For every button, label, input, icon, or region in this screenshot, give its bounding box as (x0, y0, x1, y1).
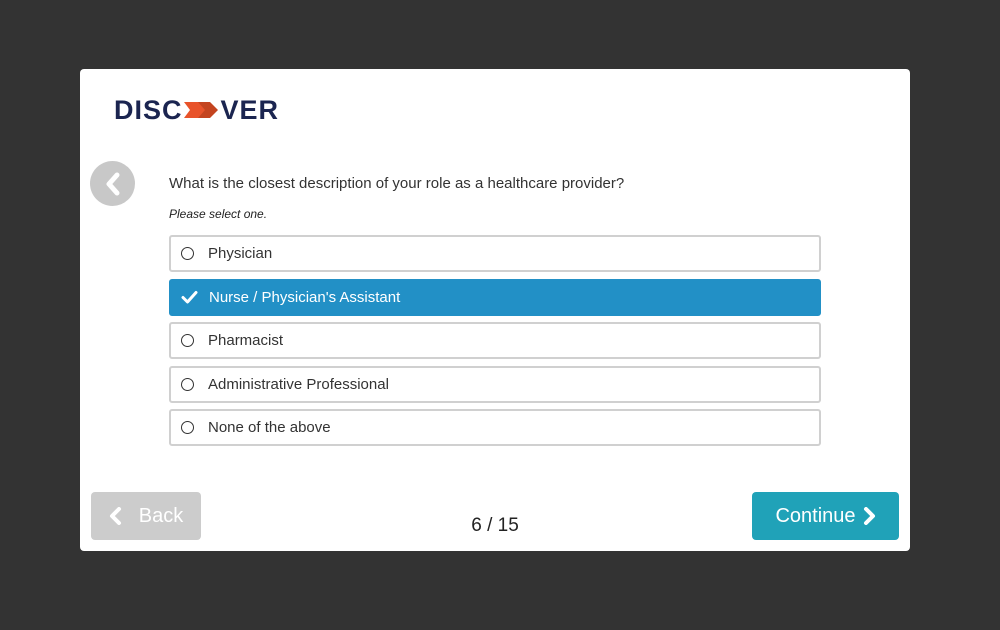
option-label: Physician (208, 245, 273, 262)
survey-card: DISC VER What is the closest description… (80, 69, 910, 551)
option-label: Administrative Professional (208, 375, 389, 393)
continue-button-label: Continue (775, 504, 856, 527)
option-nurse-physicians-assistant[interactable]: Nurse / Physician's Assistant (169, 278, 821, 316)
checkmark-icon (181, 291, 198, 304)
question-text: What is the closest description of your … (169, 175, 625, 192)
continue-button[interactable]: Continue (752, 492, 899, 540)
radio-circle-icon (181, 421, 194, 434)
option-physician[interactable]: Physician (169, 235, 821, 272)
back-button-label: Back (138, 504, 184, 527)
option-administrative-professional[interactable]: Administrative Professional (169, 365, 821, 403)
previous-question-button[interactable] (90, 161, 135, 206)
discover-logo: DISC VER (114, 95, 279, 125)
chevron-left-icon (109, 507, 121, 525)
radio-circle-icon (181, 334, 194, 347)
progress-indicator: 6 / 15 (471, 515, 519, 536)
chevron-right-icon (863, 507, 875, 525)
back-button[interactable]: Back (91, 492, 201, 540)
logo-text-left: DISC (114, 94, 183, 125)
logo-arrow-icon (183, 102, 218, 118)
logo-text-right: VER (220, 94, 280, 125)
radio-circle-icon (181, 377, 194, 391)
option-label: Nurse / Physician's Assistant (209, 288, 401, 306)
option-label: None of the above (208, 419, 331, 436)
answer-options: Physician Nurse / Physician's Assistant … (169, 235, 821, 453)
option-pharmacist[interactable]: Pharmacist (169, 322, 821, 359)
option-none-of-the-above[interactable]: None of the above (169, 409, 821, 446)
question-hint: Please select one. (169, 207, 268, 221)
option-label: Pharmacist (208, 332, 284, 349)
radio-circle-icon (181, 247, 194, 260)
chevron-left-icon (106, 172, 119, 195)
